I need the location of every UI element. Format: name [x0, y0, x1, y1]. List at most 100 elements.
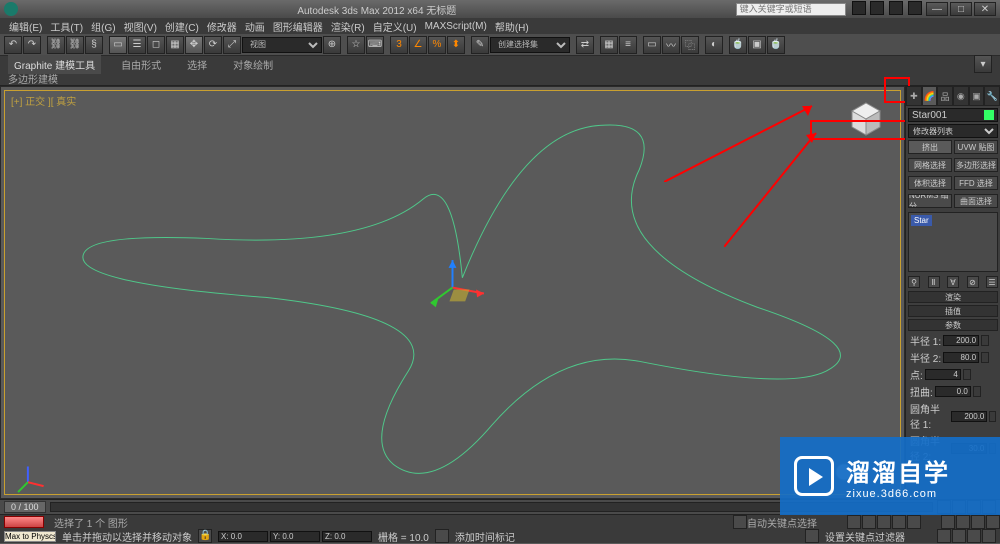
rollout-interp[interactable]: 插值	[908, 305, 998, 317]
angle-snap-button[interactable]: ∠	[409, 36, 427, 54]
render-frame-button[interactable]: ▣	[748, 36, 766, 54]
refcoord-dropdown[interactable]: 视图	[242, 37, 322, 53]
spinner-fillet1[interactable]	[989, 411, 996, 422]
menu-rendering[interactable]: 渲染(R)	[328, 19, 368, 34]
schematic-button[interactable]: ⿻	[681, 36, 699, 54]
rotate-button[interactable]: ⟳	[204, 36, 222, 54]
select-name-button[interactable]: ☰	[128, 36, 146, 54]
modifier-btn-uvw[interactable]: UVW 贴图	[954, 140, 998, 154]
spinner-radius1[interactable]	[981, 335, 989, 346]
coord-y[interactable]	[270, 531, 320, 542]
spinner-radius2[interactable]	[981, 352, 989, 363]
ribbon-tab-paint[interactable]: 对象绘制	[227, 55, 279, 74]
viewcube[interactable]	[846, 99, 886, 139]
input-radius2[interactable]	[943, 352, 979, 363]
bind-spacewarp-button[interactable]: §	[85, 36, 103, 54]
cmd-tab-display[interactable]: ▣	[969, 86, 985, 106]
menu-customize[interactable]: 自定义(U)	[370, 19, 420, 34]
isolate-icon[interactable]	[435, 529, 449, 543]
input-points[interactable]	[925, 369, 961, 380]
cmd-tab-hierarchy[interactable]: 品	[937, 86, 953, 106]
input-radius1[interactable]	[943, 335, 979, 346]
play-next-icon[interactable]	[892, 515, 906, 529]
menu-views[interactable]: 视图(V)	[121, 19, 160, 34]
vnav-maxtoggle-icon[interactable]	[982, 529, 996, 543]
named-sel-edit-button[interactable]: ✎	[471, 36, 489, 54]
align-button[interactable]: ▦	[600, 36, 618, 54]
vnav-zoom2-icon[interactable]	[937, 529, 951, 543]
modifier-btn-ffd-sel[interactable]: FFD 选择	[954, 176, 998, 190]
cmd-tab-motion[interactable]: ◉	[953, 86, 969, 106]
stack-show-icon[interactable]: Ⅱ	[928, 276, 940, 288]
spinner-snap-button[interactable]: ⬍	[447, 36, 465, 54]
rollout-params[interactable]: 参数	[908, 319, 998, 331]
ribbon-tab-freeform[interactable]: 自由形式	[115, 55, 167, 74]
keymode-button[interactable]: ⌨	[366, 36, 384, 54]
menu-animation[interactable]: 动画	[242, 19, 268, 34]
maximize-button[interactable]: □	[950, 2, 972, 16]
viewport[interactable]: [+] 正交 ][ 真实	[0, 86, 905, 499]
coord-x[interactable]	[218, 531, 268, 542]
modifier-btn-nurms[interactable]: NURMS 细分	[908, 194, 952, 208]
stack-config-icon[interactable]: ☰	[986, 276, 998, 288]
input-distortion[interactable]	[935, 386, 971, 397]
snap-button[interactable]: 3	[390, 36, 408, 54]
stack-unique-icon[interactable]: ∀	[947, 276, 959, 288]
trackbar-key[interactable]	[4, 516, 44, 528]
manip-button[interactable]: ☆	[347, 36, 365, 54]
favorite-icon[interactable]	[889, 1, 903, 15]
play-end-icon[interactable]	[907, 515, 921, 529]
move-button[interactable]: ✥	[185, 36, 203, 54]
vnav-max-icon[interactable]	[986, 515, 1000, 529]
select-region-button[interactable]: ◻	[147, 36, 165, 54]
autokey-toggle[interactable]	[733, 515, 747, 529]
cmd-tab-create[interactable]: ✚	[906, 86, 922, 106]
modifier-list-dropdown[interactable]: 修改器列表	[908, 124, 998, 138]
undo-button[interactable]: ↶	[4, 36, 22, 54]
close-button[interactable]: ✕	[974, 2, 996, 16]
menu-create[interactable]: 创建(C)	[162, 19, 202, 34]
object-name-field[interactable]: Star001	[908, 108, 998, 122]
modifier-btn-extrude[interactable]: 挤出	[908, 140, 952, 154]
modifier-btn-surface-sel[interactable]: 曲面选择	[954, 194, 998, 208]
ribbon-tab-selection[interactable]: 选择	[181, 55, 213, 74]
modifier-stack[interactable]: Star	[908, 212, 998, 272]
input-fillet1[interactable]	[951, 411, 987, 422]
help-icon[interactable]	[908, 1, 922, 15]
scale-button[interactable]: ⤢	[223, 36, 241, 54]
link-button[interactable]: ⛓	[47, 36, 65, 54]
select-button[interactable]: ▭	[109, 36, 127, 54]
rollout-render[interactable]: 渲染	[908, 291, 998, 303]
play-prev-icon[interactable]	[862, 515, 876, 529]
help-search-input[interactable]	[736, 3, 846, 16]
stack-pin-icon[interactable]: ⚲	[908, 276, 920, 288]
window-crossing-button[interactable]: ▦	[166, 36, 184, 54]
menu-help[interactable]: 帮助(H)	[492, 19, 532, 34]
vnav-orbit2-icon[interactable]	[967, 529, 981, 543]
menu-edit[interactable]: 编辑(E)	[6, 19, 45, 34]
pivot-button[interactable]: ⊕	[323, 36, 341, 54]
vnav-orbit-icon[interactable]	[971, 515, 985, 529]
modifier-btn-poly-sel[interactable]: 多边形选择	[954, 158, 998, 172]
unlink-button[interactable]: ⛓	[66, 36, 84, 54]
menu-grapheditors[interactable]: 图形编辑器	[270, 19, 326, 34]
cmd-tab-utilities[interactable]: 🔧	[984, 86, 1000, 106]
menu-tools[interactable]: 工具(T)	[47, 19, 86, 34]
ribbon-min-button[interactable]: ▾	[974, 55, 992, 73]
redo-button[interactable]: ↷	[23, 36, 41, 54]
spinner-points[interactable]	[963, 369, 971, 380]
stack-item-star[interactable]: Star	[911, 215, 932, 226]
material-editor-button[interactable]: ◐	[705, 36, 723, 54]
exchange-icon[interactable]	[870, 1, 884, 15]
play-start-icon[interactable]	[847, 515, 861, 529]
mirror-button[interactable]: ⇄	[576, 36, 594, 54]
vnav-walk-icon[interactable]	[956, 515, 970, 529]
layers-button[interactable]: ≡	[619, 36, 637, 54]
spinner-distortion[interactable]	[973, 386, 981, 397]
time-slider-handle[interactable]: 0 / 100	[4, 501, 46, 513]
vnav-pan-icon[interactable]	[941, 515, 955, 529]
timetag-label[interactable]: 添加时间标记	[455, 529, 515, 544]
named-sel-dropdown[interactable]: 创建选择集	[490, 37, 570, 53]
menu-modifiers[interactable]: 修改器	[204, 19, 240, 34]
menu-maxscript[interactable]: MAXScript(M)	[422, 21, 490, 32]
